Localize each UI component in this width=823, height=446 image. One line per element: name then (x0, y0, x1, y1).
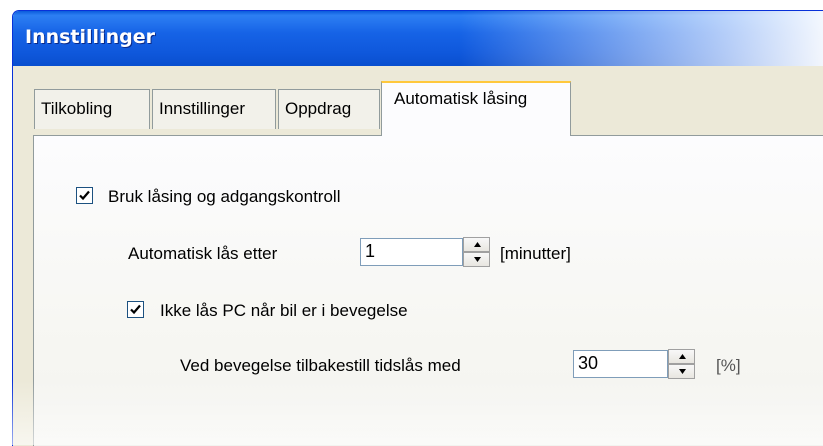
auto-lock-up-button[interactable] (463, 237, 490, 252)
use-locking-checkbox[interactable] (76, 187, 93, 204)
auto-lock-down-button[interactable] (463, 252, 490, 267)
tab-automatisk-lasing[interactable]: Automatisk låsing (381, 81, 571, 136)
auto-lock-spinner (463, 237, 490, 267)
auto-lock-label: Automatisk lås etter (128, 244, 278, 263)
reset-timer-unit: [%] (716, 356, 741, 375)
tab-oppdrag[interactable]: Oppdrag (278, 89, 380, 129)
spin-down-arrow-icon (679, 369, 686, 374)
reset-timer-down-button[interactable] (668, 364, 695, 379)
reset-timer-label: Ved bevegelse tilbakestill tidslås med (180, 356, 461, 375)
spin-up-arrow-icon (474, 242, 481, 247)
tab-tilkobling[interactable]: Tilkobling (34, 89, 150, 129)
title-bar[interactable]: Innstillinger (13, 11, 823, 66)
no-lock-moving-label: Ikke lås PC når bil er i bevegelse (160, 301, 408, 320)
reset-timer-input[interactable]: 30 (573, 350, 668, 378)
reset-timer-up-button[interactable] (668, 349, 695, 364)
window-title: Innstillinger (25, 26, 155, 48)
spin-up-arrow-icon (679, 354, 686, 359)
tab-innstillinger[interactable]: Innstillinger (152, 89, 276, 129)
reset-timer-spinner (668, 349, 695, 379)
no-lock-moving-checkbox[interactable] (127, 301, 144, 318)
checkmark-icon (79, 190, 90, 201)
tab-panel-automatisk-lasing: Bruk låsing og adgangskontroll Automatis… (33, 135, 823, 446)
auto-lock-unit: [minutter] (500, 244, 571, 263)
settings-window: Innstillinger Tilkobling Innstillinger O… (12, 10, 823, 446)
spin-down-arrow-icon (474, 257, 481, 262)
auto-lock-input[interactable]: 1 (360, 238, 463, 266)
checkmark-icon (130, 304, 141, 315)
use-locking-label: Bruk låsing og adgangskontroll (108, 187, 341, 206)
